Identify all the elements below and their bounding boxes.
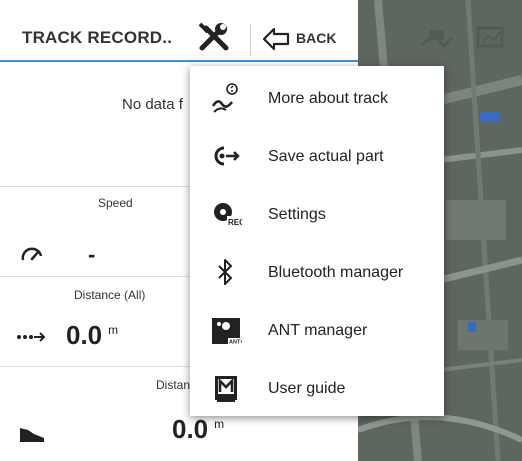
menu-item-bluetooth-manager[interactable]: Bluetooth manager: [190, 244, 444, 302]
menu-item-settings[interactable]: REC Settings: [190, 186, 444, 244]
manual-icon: [215, 376, 237, 402]
bluetooth-icon: [218, 259, 232, 285]
speed-value: -: [88, 242, 96, 267]
back-button[interactable]: BACK: [262, 22, 352, 56]
svg-text:REC: REC: [228, 218, 242, 227]
tools-button[interactable]: [196, 20, 234, 56]
distance-all-unit: m: [108, 323, 119, 337]
distance-all-value: 0.0 m: [66, 320, 119, 350]
no-data-message: No data f: [122, 96, 183, 113]
menu-item-save-actual-part[interactable]: Save actual part: [190, 128, 444, 186]
settings-icon: REC: [214, 203, 242, 227]
back-label: BACK: [296, 30, 337, 46]
elevation-icon: [20, 428, 44, 442]
save-part-icon: [214, 146, 240, 166]
menu-item-label: Settings: [268, 206, 326, 223]
track-info-icon: [211, 83, 238, 113]
tools-icon: [198, 22, 229, 51]
distance-icon: [17, 332, 46, 342]
ant-icon: ANT+: [212, 318, 242, 346]
distance-all-label: Distance (All): [74, 288, 146, 302]
back-arrow-icon: [262, 27, 290, 51]
svg-text:ANT+: ANT+: [229, 340, 242, 346]
tools-dropdown-menu: More about track Save actual part REC Se…: [190, 66, 444, 416]
toolbar-divider: [250, 24, 251, 56]
distance-unit: m: [214, 417, 225, 431]
distance-value: 0.0 m: [172, 414, 225, 444]
menu-item-more-about-track[interactable]: More about track: [190, 70, 444, 128]
menu-item-label: Save actual part: [268, 148, 384, 165]
toolbar: TRACK RECORD.. BACK: [0, 0, 358, 62]
speedometer-icon: [21, 247, 43, 261]
menu-item-label: User guide: [268, 380, 346, 397]
menu-item-label: ANT manager: [268, 322, 368, 339]
menu-item-label: Bluetooth manager: [268, 264, 404, 281]
menu-item-ant-manager[interactable]: ANT+ ANT manager: [190, 302, 444, 360]
panel-title: TRACK RECORD..: [22, 28, 173, 47]
speed-label: Speed: [98, 196, 133, 210]
menu-item-user-guide[interactable]: User guide: [190, 360, 444, 418]
menu-item-label: More about track: [268, 90, 389, 107]
